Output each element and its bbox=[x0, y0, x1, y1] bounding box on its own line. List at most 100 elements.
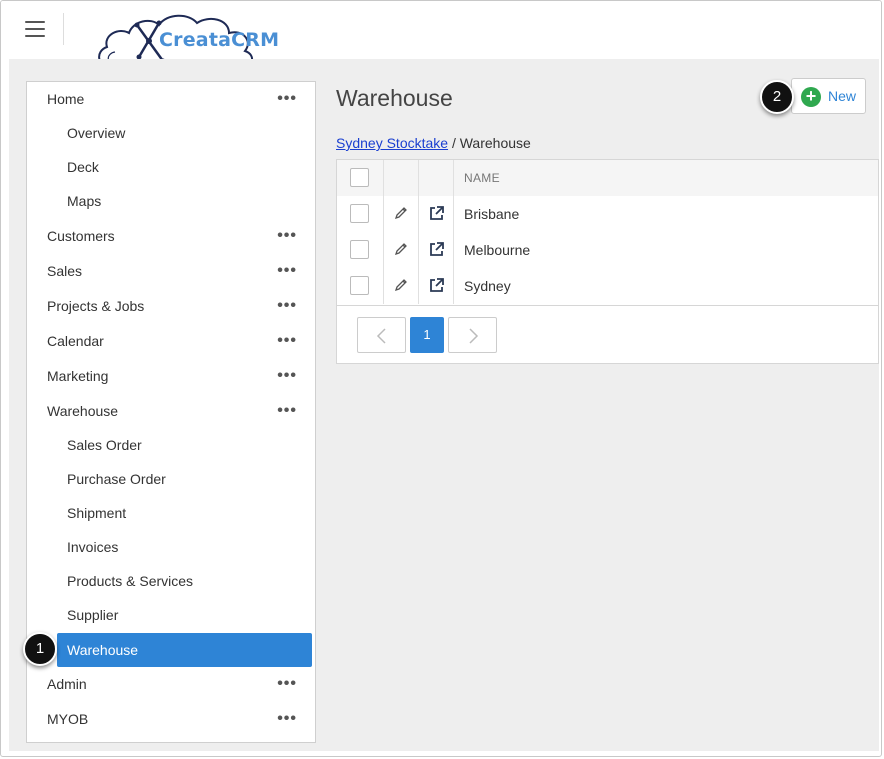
sidebar-item-label: Purchase Order bbox=[67, 471, 166, 487]
row-check-cell bbox=[337, 196, 384, 232]
plus-circle-icon: + bbox=[801, 87, 821, 107]
row-name-cell: Sydney bbox=[453, 268, 873, 304]
pencil-icon[interactable] bbox=[394, 278, 408, 292]
sidebar-item-label: MYOB bbox=[47, 711, 89, 727]
external-link-icon[interactable] bbox=[428, 241, 445, 258]
header-divider bbox=[63, 13, 64, 45]
sidebar-item-myob[interactable]: MYOB ••• bbox=[27, 702, 315, 736]
sidebar-item-label: Admin bbox=[47, 676, 87, 692]
sidebar-item-label: Deck bbox=[67, 159, 99, 175]
chevron-right-icon bbox=[469, 328, 479, 344]
sidebar-item-label: Warehouse bbox=[47, 403, 119, 419]
row-edit-cell bbox=[383, 196, 419, 232]
sidebar-item-label: Warehouse bbox=[67, 642, 139, 658]
table-row[interactable]: Sydney bbox=[337, 268, 878, 304]
header-edit-cell bbox=[383, 160, 419, 196]
more-options-icon[interactable]: ••• bbox=[277, 219, 297, 253]
more-options-icon[interactable]: ••• bbox=[277, 359, 297, 393]
next-page-button[interactable] bbox=[448, 317, 497, 353]
step-badge-1: 1 bbox=[23, 632, 57, 666]
content-area: Home ••• Overview Deck Maps Customers ••… bbox=[9, 59, 879, 751]
row-check-cell bbox=[337, 232, 384, 268]
row-edit-cell bbox=[383, 232, 419, 268]
sidebar-item-label: Projects & Jobs bbox=[47, 298, 145, 314]
sidebar-item-maps[interactable]: Maps bbox=[27, 184, 315, 218]
sidebar-item-label: Maps bbox=[67, 193, 102, 209]
row-open-cell bbox=[418, 268, 454, 304]
step-badge-2: 2 bbox=[760, 80, 794, 114]
pencil-icon[interactable] bbox=[394, 242, 408, 256]
breadcrumb: Sydney Stocktake / Warehouse bbox=[336, 135, 531, 151]
prev-page-button[interactable] bbox=[357, 317, 406, 353]
breadcrumb-current: Warehouse bbox=[459, 135, 531, 151]
top-bar: CreataCRM bbox=[1, 1, 881, 71]
sidebar-item-deck[interactable]: Deck bbox=[27, 150, 315, 184]
row-checkbox[interactable] bbox=[350, 204, 369, 223]
sidebar-item-warehouse[interactable]: Warehouse bbox=[57, 633, 312, 667]
sidebar-item-label: Marketing bbox=[47, 368, 109, 384]
sidebar-item-supplier[interactable]: Supplier bbox=[27, 598, 315, 632]
sidebar-item-products-services[interactable]: Products & Services bbox=[27, 564, 315, 598]
sidebar-item-marketing[interactable]: Marketing ••• bbox=[27, 359, 315, 393]
more-options-icon[interactable]: ••• bbox=[277, 254, 297, 288]
sidebar-item-label: Overview bbox=[67, 125, 126, 141]
more-options-icon[interactable]: ••• bbox=[277, 667, 297, 701]
header-open-cell bbox=[418, 160, 454, 196]
sidebar-item-label: Invoices bbox=[67, 539, 119, 555]
external-link-icon[interactable] bbox=[428, 277, 445, 294]
grid-header-row: NAME bbox=[337, 160, 878, 196]
more-options-icon[interactable]: ••• bbox=[277, 702, 297, 736]
sidebar-item-label: Products & Services bbox=[67, 573, 194, 589]
page-title: Warehouse bbox=[336, 85, 453, 111]
sidebar-item-label: Sales bbox=[47, 263, 83, 279]
sidebar: Home ••• Overview Deck Maps Customers ••… bbox=[26, 81, 316, 743]
sidebar-item-overview[interactable]: Overview bbox=[27, 116, 315, 150]
row-edit-cell bbox=[383, 268, 419, 304]
pagination: 1 bbox=[337, 305, 878, 364]
breadcrumb-link-stocktake[interactable]: Sydney Stocktake bbox=[336, 135, 448, 151]
external-link-icon[interactable] bbox=[428, 205, 445, 222]
warehouse-grid: NAME Brisbane Melbourne Sydney 1 bbox=[336, 159, 879, 364]
row-check-cell bbox=[337, 268, 384, 304]
sidebar-item-label: Supplier bbox=[67, 607, 119, 623]
sidebar-item-calendar[interactable]: Calendar ••• bbox=[27, 324, 315, 358]
header-check-cell bbox=[337, 160, 384, 196]
table-row[interactable]: Melbourne bbox=[337, 232, 878, 268]
logo-text: CreataCRM bbox=[159, 29, 280, 51]
warehouse-name: Sydney bbox=[464, 278, 511, 294]
sidebar-item-sales[interactable]: Sales ••• bbox=[27, 254, 315, 288]
sidebar-item-purchase-order[interactable]: Purchase Order bbox=[27, 462, 315, 496]
sidebar-item-projects-jobs[interactable]: Projects & Jobs ••• bbox=[27, 289, 315, 323]
sidebar-item-invoices[interactable]: Invoices bbox=[27, 530, 315, 564]
chevron-left-icon bbox=[376, 328, 386, 344]
sidebar-item-admin[interactable]: Admin ••• bbox=[27, 667, 315, 701]
sidebar-item-home[interactable]: Home ••• bbox=[27, 82, 315, 116]
sidebar-item-warehouse-group[interactable]: Warehouse ••• bbox=[27, 394, 315, 428]
sidebar-item-customers[interactable]: Customers ••• bbox=[27, 219, 315, 253]
row-checkbox[interactable] bbox=[350, 240, 369, 259]
more-options-icon[interactable]: ••• bbox=[277, 289, 297, 323]
sidebar-item-shipment[interactable]: Shipment bbox=[27, 496, 315, 530]
header-name-cell[interactable]: NAME bbox=[453, 160, 873, 196]
sidebar-item-label: Home bbox=[47, 91, 85, 107]
pencil-icon[interactable] bbox=[394, 206, 408, 220]
sidebar-item-label: Shipment bbox=[67, 505, 127, 521]
more-options-icon[interactable]: ••• bbox=[277, 324, 297, 358]
row-open-cell bbox=[418, 232, 454, 268]
new-button[interactable]: + New bbox=[791, 78, 866, 114]
sidebar-item-sales-order[interactable]: Sales Order bbox=[27, 428, 315, 462]
hamburger-menu-icon[interactable] bbox=[25, 21, 45, 37]
warehouse-name: Melbourne bbox=[464, 242, 531, 258]
app-window: CreataCRM Home ••• Overview Deck Maps Cu… bbox=[0, 0, 882, 757]
sidebar-item-label: Customers bbox=[47, 228, 115, 244]
row-open-cell bbox=[418, 196, 454, 232]
select-all-checkbox[interactable] bbox=[350, 168, 369, 187]
row-checkbox[interactable] bbox=[350, 276, 369, 295]
row-name-cell: Brisbane bbox=[453, 196, 873, 232]
page-number-button[interactable]: 1 bbox=[410, 317, 444, 353]
warehouse-name: Brisbane bbox=[464, 206, 520, 222]
more-options-icon[interactable]: ••• bbox=[277, 82, 297, 116]
new-button-label: New bbox=[828, 88, 857, 104]
more-options-icon[interactable]: ••• bbox=[277, 394, 297, 428]
table-row[interactable]: Brisbane bbox=[337, 196, 878, 232]
